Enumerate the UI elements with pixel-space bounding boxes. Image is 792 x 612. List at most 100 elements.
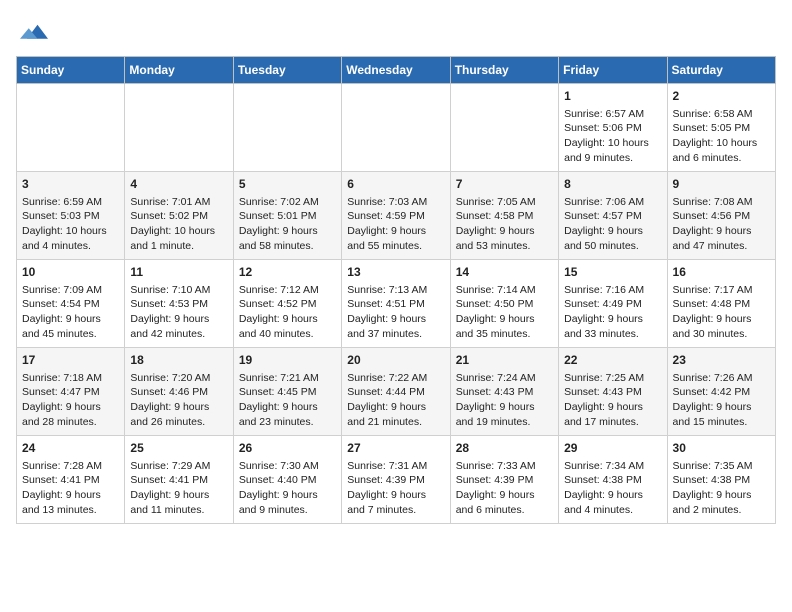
weekday-header: Tuesday [233, 57, 341, 84]
day-info: Sunrise: 6:57 AM [564, 107, 661, 122]
day-info: Sunset: 4:48 PM [673, 297, 770, 312]
weekday-header: Sunday [17, 57, 125, 84]
day-info: Sunset: 4:54 PM [22, 297, 119, 312]
day-info: Sunset: 4:56 PM [673, 209, 770, 224]
day-info: Sunset: 4:57 PM [564, 209, 661, 224]
calendar-week-row: 3 Sunrise: 6:59 AMSunset: 5:03 PM Daylight… [17, 172, 776, 260]
day-info: Sunset: 4:51 PM [347, 297, 444, 312]
page-header [16, 16, 776, 44]
day-info: Sunrise: 7:01 AM [130, 195, 227, 210]
day-info: Sunset: 5:03 PM [22, 209, 119, 224]
day-number: 7 [456, 176, 553, 193]
day-info: Sunrise: 7:10 AM [130, 283, 227, 298]
day-info: Sunrise: 6:59 AM [22, 195, 119, 210]
day-info: Sunrise: 7:18 AM [22, 371, 119, 386]
day-info: Sunset: 4:58 PM [456, 209, 553, 224]
day-number: 6 [347, 176, 444, 193]
day-info: Sunset: 4:47 PM [22, 385, 119, 400]
day-info: Daylight: 9 hours and 37 minutes. [347, 312, 444, 341]
day-info: Sunrise: 7:09 AM [22, 283, 119, 298]
day-number: 28 [456, 440, 553, 457]
calendar-cell [450, 84, 558, 172]
day-info: Daylight: 9 hours and 13 minutes. [22, 488, 119, 517]
day-info: Sunrise: 7:02 AM [239, 195, 336, 210]
day-number: 24 [22, 440, 119, 457]
day-info: Daylight: 9 hours and 11 minutes. [130, 488, 227, 517]
day-info: Sunrise: 7:29 AM [130, 459, 227, 474]
day-number: 16 [673, 264, 770, 281]
day-number: 19 [239, 352, 336, 369]
day-info: Sunset: 4:40 PM [239, 473, 336, 488]
day-info: Daylight: 9 hours and 17 minutes. [564, 400, 661, 429]
day-info: Sunrise: 7:12 AM [239, 283, 336, 298]
calendar-cell: 4Sunrise: 7:01 AMSunset: 5:02 PMDaylight… [125, 172, 233, 260]
calendar-cell: 18Sunrise: 7:20 AMSunset: 4:46 PMDayligh… [125, 348, 233, 436]
calendar-cell: 1Sunrise: 6:57 AMSunset: 5:06 PMDaylight… [559, 84, 667, 172]
calendar-cell: 14Sunrise: 7:14 AMSunset: 4:50 PMDayligh… [450, 260, 558, 348]
calendar-cell: 9Sunrise: 7:08 AMSunset: 4:56 PMDaylight… [667, 172, 775, 260]
day-number: 15 [564, 264, 661, 281]
calendar-cell: 13Sunrise: 7:13 AMSunset: 4:51 PMDayligh… [342, 260, 450, 348]
day-info: Sunset: 4:49 PM [564, 297, 661, 312]
day-info: Sunrise: 7:21 AM [239, 371, 336, 386]
calendar-week-row: 10Sunrise: 7:09 AMSunset: 4:54 PMDayligh… [17, 260, 776, 348]
day-number: 30 [673, 440, 770, 457]
weekday-header: Friday [559, 57, 667, 84]
day-number: 5 [239, 176, 336, 193]
calendar-cell: 29Sunrise: 7:34 AMSunset: 4:38 PMDayligh… [559, 436, 667, 524]
day-info: Sunset: 4:45 PM [239, 385, 336, 400]
calendar-cell: 20Sunrise: 7:22 AMSunset: 4:44 PMDayligh… [342, 348, 450, 436]
day-info: Sunrise: 7:03 AM [347, 195, 444, 210]
day-info: Daylight: 9 hours and 9 minutes. [239, 488, 336, 517]
day-number: 29 [564, 440, 661, 457]
day-info: Sunrise: 7:24 AM [456, 371, 553, 386]
calendar-cell: 12Sunrise: 7:12 AMSunset: 4:52 PMDayligh… [233, 260, 341, 348]
day-info: Daylight: 9 hours and 33 minutes. [564, 312, 661, 341]
day-info: Daylight: 9 hours and 30 minutes. [673, 312, 770, 341]
calendar-cell: 2Sunrise: 6:58 AMSunset: 5:05 PMDaylight… [667, 84, 775, 172]
calendar-cell: 22Sunrise: 7:25 AMSunset: 4:43 PMDayligh… [559, 348, 667, 436]
day-number: 17 [22, 352, 119, 369]
day-info: Daylight: 9 hours and 53 minutes. [456, 224, 553, 253]
day-info: Sunset: 4:43 PM [564, 385, 661, 400]
day-info: Sunrise: 7:26 AM [673, 371, 770, 386]
calendar-cell: 3Sunrise: 6:59 AMSunset: 5:03 PMDaylight… [17, 172, 125, 260]
day-number: 10 [22, 264, 119, 281]
day-info: Daylight: 9 hours and 23 minutes. [239, 400, 336, 429]
day-info: Sunrise: 7:22 AM [347, 371, 444, 386]
calendar-cell: 26Sunrise: 7:30 AMSunset: 4:40 PMDayligh… [233, 436, 341, 524]
day-info: Sunrise: 7:08 AM [673, 195, 770, 210]
day-info: Sunrise: 7:20 AM [130, 371, 227, 386]
logo [16, 16, 48, 44]
day-number: 2 [673, 88, 770, 105]
day-number: 11 [130, 264, 227, 281]
day-info: Sunrise: 7:34 AM [564, 459, 661, 474]
calendar-cell: 15Sunrise: 7:16 AMSunset: 4:49 PMDayligh… [559, 260, 667, 348]
calendar-cell: 24Sunrise: 7:28 AMSunset: 4:41 PMDayligh… [17, 436, 125, 524]
day-number: 3 [22, 176, 119, 193]
day-info: Daylight: 10 hours and 1 minute. [130, 224, 227, 253]
calendar-cell [125, 84, 233, 172]
day-info: Sunset: 4:38 PM [673, 473, 770, 488]
day-number: 18 [130, 352, 227, 369]
day-info: Sunset: 5:06 PM [564, 121, 661, 136]
calendar-cell: 8Sunrise: 7:06 AMSunset: 4:57 PMDaylight… [559, 172, 667, 260]
day-info: Sunset: 5:05 PM [673, 121, 770, 136]
calendar-cell: 28Sunrise: 7:33 AMSunset: 4:39 PMDayligh… [450, 436, 558, 524]
day-info: Daylight: 9 hours and 45 minutes. [22, 312, 119, 341]
day-number: 22 [564, 352, 661, 369]
day-info: Sunrise: 7:06 AM [564, 195, 661, 210]
calendar-cell: 7Sunrise: 7:05 AMSunset: 4:58 PMDaylight… [450, 172, 558, 260]
day-number: 27 [347, 440, 444, 457]
weekday-header: Saturday [667, 57, 775, 84]
day-number: 12 [239, 264, 336, 281]
day-info: Sunset: 4:41 PM [22, 473, 119, 488]
day-info: Daylight: 9 hours and 7 minutes. [347, 488, 444, 517]
weekday-header: Thursday [450, 57, 558, 84]
day-info: Daylight: 10 hours and 6 minutes. [673, 136, 770, 165]
day-info: Sunset: 4:39 PM [456, 473, 553, 488]
day-info: Daylight: 9 hours and 35 minutes. [456, 312, 553, 341]
day-number: 13 [347, 264, 444, 281]
calendar-cell: 25Sunrise: 7:29 AMSunset: 4:41 PMDayligh… [125, 436, 233, 524]
day-number: 14 [456, 264, 553, 281]
